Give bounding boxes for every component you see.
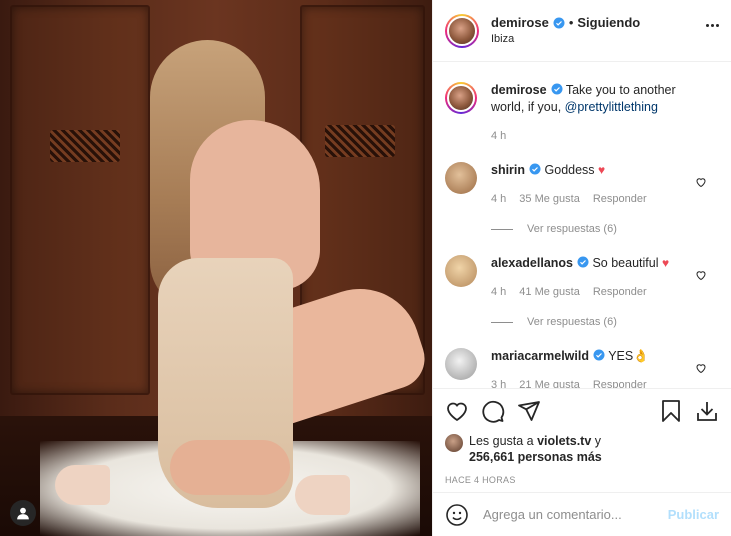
verified-icon: [553, 17, 565, 28]
caption: demirose Take you to another world, if y…: [445, 62, 719, 142]
view-replies-label[interactable]: Ver respuestas (6): [527, 223, 617, 235]
comment-username[interactable]: alexadellanos: [491, 256, 573, 270]
comment-time[interactable]: 4 h: [491, 193, 506, 205]
reply-button[interactable]: Responder: [593, 379, 647, 388]
caption-time[interactable]: 4 h: [491, 130, 506, 142]
comment-likes[interactable]: 41 Me gusta: [519, 286, 580, 298]
comment-avatar[interactable]: [445, 162, 477, 194]
heart-outline-icon[interactable]: [445, 399, 469, 423]
follow-separator: •: [568, 14, 574, 30]
heel-left: [55, 465, 110, 505]
wardrobe-door-left: [10, 5, 150, 395]
author-avatar[interactable]: [445, 13, 479, 48]
post-location[interactable]: Ibiza: [491, 31, 640, 47]
comment-item: shirin Goddess ♥ 4 h 35 Me gusta Respond…: [445, 142, 719, 205]
likes-prefix: Les gusta a: [469, 434, 538, 448]
emoji-icon[interactable]: [445, 503, 469, 527]
likes-summary: Les gusta a violets.tv y 256,661 persona…: [445, 433, 719, 465]
ok-hand-emoji: 👌: [633, 349, 649, 363]
comment-text: So beautiful: [589, 256, 662, 270]
comment-time[interactable]: 4 h: [491, 286, 506, 298]
verified-icon: [551, 83, 563, 95]
likes-suffix: y: [591, 434, 602, 448]
comment-icon[interactable]: [481, 399, 505, 423]
share-icon[interactable]: [517, 399, 541, 423]
user-tag-icon[interactable]: [10, 500, 36, 526]
following-button[interactable]: Siguiendo: [577, 15, 640, 31]
liker-username[interactable]: violets.tv: [537, 434, 591, 448]
view-replies[interactable]: Ver respuestas (6): [491, 223, 719, 235]
verified-icon: [593, 349, 605, 361]
comment-text: YES: [604, 349, 634, 363]
comment-input[interactable]: [483, 507, 668, 522]
caption-mention[interactable]: @prettylittlething: [565, 100, 658, 114]
caption-avatar[interactable]: [445, 82, 477, 114]
heart-outline-icon[interactable]: [695, 269, 707, 281]
more-options-icon[interactable]: [706, 24, 719, 27]
post-time[interactable]: HACE 4 HORAS: [445, 475, 719, 485]
reply-button[interactable]: Responder: [593, 193, 647, 205]
heart-outline-icon[interactable]: [695, 362, 707, 374]
heel-right: [295, 475, 350, 515]
heart-outline-icon[interactable]: [695, 176, 707, 188]
comment-username[interactable]: shirin: [491, 163, 525, 177]
verified-icon: [529, 163, 541, 175]
post-header: demirose • Siguiendo Ibiza: [433, 0, 731, 62]
reply-button[interactable]: Responder: [593, 286, 647, 298]
post-actions: Les gusta a violets.tv y 256,661 persona…: [433, 388, 731, 536]
verified-icon: [577, 256, 589, 268]
comment-text: Goddess: [541, 163, 599, 177]
liker-avatar[interactable]: [445, 434, 463, 452]
heart-emoji: ♥: [661, 256, 670, 270]
comment-composer: Publicar: [433, 492, 731, 536]
comment-likes[interactable]: 35 Me gusta: [519, 193, 580, 205]
post-image[interactable]: [0, 0, 432, 536]
comment-avatar[interactable]: [445, 255, 477, 287]
action-icons: [445, 389, 719, 433]
comment-item: mariacarmelwild YES👌 3 h 21 Me gusta Res…: [445, 328, 719, 388]
bookmark-icon[interactable]: [659, 399, 683, 423]
post-side-panel: demirose • Siguiendo Ibiza demirose Take…: [432, 0, 731, 536]
lattice-right: [325, 125, 395, 157]
heart-emoji: ♥: [598, 163, 606, 177]
author-username[interactable]: demirose: [491, 15, 549, 31]
figure-shin: [170, 440, 290, 495]
likes-count[interactable]: 256,661 personas más: [469, 450, 602, 464]
publish-button[interactable]: Publicar: [668, 507, 719, 522]
comment-avatar[interactable]: [445, 348, 477, 380]
caption-username[interactable]: demirose: [491, 83, 547, 97]
download-icon[interactable]: [695, 399, 719, 423]
comment-item: alexadellanos So beautiful ♥ 4 h 41 Me g…: [445, 235, 719, 298]
lattice-left: [50, 130, 120, 162]
comments-list[interactable]: demirose Take you to another world, if y…: [433, 62, 731, 388]
comment-username[interactable]: mariacarmelwild: [491, 349, 589, 363]
comment-time[interactable]: 3 h: [491, 379, 506, 388]
comment-likes[interactable]: 21 Me gusta: [519, 379, 580, 388]
view-replies-label[interactable]: Ver respuestas (6): [527, 316, 617, 328]
view-replies[interactable]: Ver respuestas (6): [491, 316, 719, 328]
